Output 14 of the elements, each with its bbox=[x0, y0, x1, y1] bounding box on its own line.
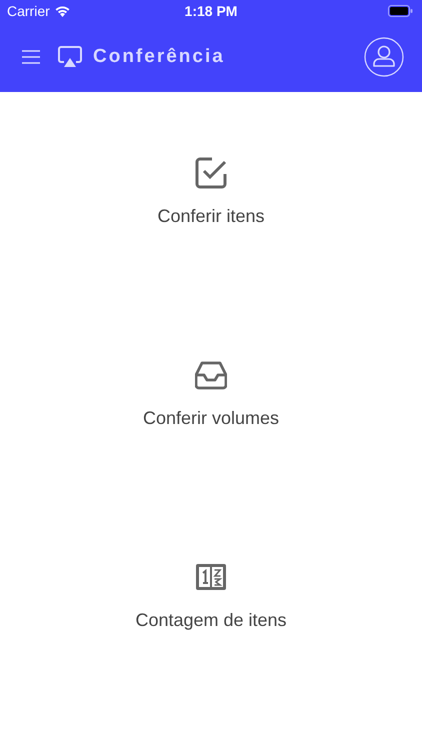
menu-icon[interactable] bbox=[22, 50, 40, 64]
inbox-tray-icon bbox=[195, 359, 227, 391]
checkbox-icon bbox=[195, 157, 227, 189]
menu-option[interactable]: Contagem de itens bbox=[135, 607, 287, 634]
screen-cast-icon bbox=[58, 46, 82, 68]
counter-icon bbox=[195, 561, 227, 593]
battery-icon bbox=[388, 5, 413, 17]
wifi-icon bbox=[54, 6, 70, 16]
status-time: 1:18 PM bbox=[184, 2, 238, 20]
page-title: Conferência bbox=[93, 44, 225, 69]
user-avatar-icon[interactable] bbox=[364, 37, 404, 77]
menu-option[interactable]: Conferir itens bbox=[157, 203, 265, 230]
menu-option[interactable]: Conferir volumes bbox=[142, 405, 280, 432]
carrier-label: Carrier bbox=[7, 2, 50, 20]
